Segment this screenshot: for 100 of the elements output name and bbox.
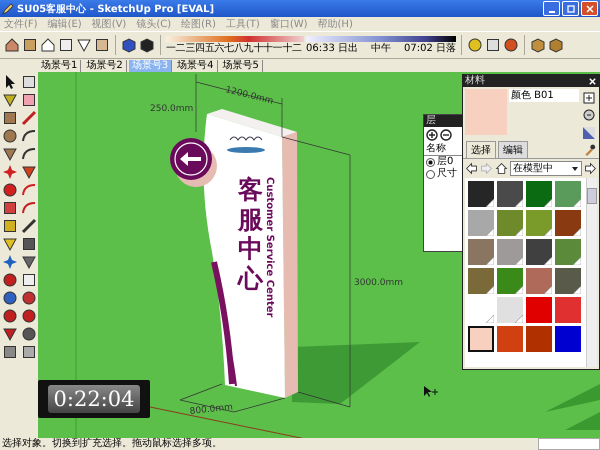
- menu-item[interactable]: 帮助(H): [318, 17, 353, 31]
- sign-title: 客服中心: [238, 175, 263, 293]
- noon-label: 中午: [371, 43, 391, 54]
- circle-icon[interactable]: [2, 128, 18, 144]
- house-outline-icon[interactable]: [40, 37, 56, 53]
- sphere-icon[interactable]: [503, 37, 519, 53]
- arrow-icon[interactable]: [584, 162, 597, 175]
- maximize-icon: [566, 4, 576, 14]
- material-swatch[interactable]: [555, 210, 581, 236]
- in-use-marker: [515, 228, 523, 236]
- close-button[interactable]: [581, 1, 598, 16]
- material-swatch[interactable]: [497, 326, 523, 352]
- in-use-marker: [486, 315, 494, 323]
- menu-item[interactable]: 编辑(E): [48, 17, 82, 31]
- menu-item[interactable]: 工具(T): [226, 17, 260, 31]
- close-icon: [584, 4, 594, 14]
- remove-icon[interactable]: [440, 129, 452, 141]
- month-labels: 一二三四五六七八九十十一十二: [166, 43, 303, 54]
- in-use-marker: [486, 228, 494, 236]
- material-swatch[interactable]: [497, 181, 523, 207]
- window-title: SU05客服中心 - SketchUp Pro [EVAL]: [17, 2, 216, 16]
- panel-tab[interactable]: 选择: [466, 141, 496, 158]
- layer-name: 尺寸: [437, 168, 457, 180]
- in-use-marker: [544, 286, 552, 294]
- plant-drawing: [545, 384, 600, 430]
- material-swatch[interactable]: [497, 239, 523, 265]
- material-swatch[interactable]: [555, 268, 581, 294]
- in-use-marker: [573, 286, 581, 294]
- house-icon[interactable]: [4, 37, 20, 53]
- material-swatch[interactable]: [526, 181, 552, 207]
- dimension-label: 800.0mm: [189, 402, 234, 417]
- material-swatch[interactable]: [526, 297, 552, 323]
- menu-item[interactable]: 窗口(W): [270, 17, 308, 31]
- material-preview: [465, 89, 507, 135]
- dark-box-icon[interactable]: [139, 37, 155, 53]
- measurement-field[interactable]: [538, 438, 600, 450]
- logo-drawing: [227, 136, 265, 153]
- minimize-button[interactable]: [543, 1, 560, 16]
- in-use-marker: [573, 228, 581, 236]
- caret-icon: [571, 164, 579, 172]
- in-use-marker: [573, 257, 581, 265]
- sunset-label: 07:02 日落: [404, 43, 456, 54]
- material-swatch[interactable]: [526, 210, 552, 236]
- sunrise-label: 06:33 日出: [306, 43, 358, 54]
- radio-button[interactable]: [426, 158, 435, 166]
- in-use-marker: [515, 286, 523, 294]
- in-use-marker: [486, 257, 494, 265]
- in-use-marker: [515, 315, 523, 323]
- panel-tab[interactable]: 编辑: [498, 141, 528, 158]
- shaded-box-icon[interactable]: [121, 37, 137, 53]
- scrollbar[interactable]: [586, 178, 597, 367]
- material-swatch[interactable]: [555, 181, 581, 207]
- in-use-marker: [486, 286, 494, 294]
- material-swatch[interactable]: [526, 239, 552, 265]
- scene-tab[interactable]: 场景号3: [128, 60, 172, 72]
- menu-item[interactable]: 视图(V): [92, 17, 126, 31]
- in-use-marker: [515, 199, 523, 207]
- panel-title: 层: [424, 115, 462, 127]
- triangle-icon[interactable]: [581, 125, 597, 141]
- add-icon[interactable]: [426, 129, 438, 141]
- material-swatch[interactable]: [497, 268, 523, 294]
- dimension-label: 250.0mm: [150, 104, 194, 114]
- in-use-marker: [515, 257, 523, 265]
- layer-name: 层0: [437, 156, 454, 168]
- in-use-marker: [573, 199, 581, 207]
- home-icon[interactable]: [495, 162, 508, 175]
- close-icon[interactable]: [588, 76, 597, 86]
- material-swatch[interactable]: [526, 268, 552, 294]
- in-use-marker: [544, 257, 552, 265]
- triangle-icon[interactable]: [2, 146, 18, 162]
- eyedropper-icon[interactable]: [583, 143, 596, 156]
- cursor-icon: [424, 386, 438, 397]
- material-swatch[interactable]: [468, 239, 494, 265]
- material-swatch[interactable]: [497, 297, 523, 323]
- material-swatch[interactable]: [468, 181, 494, 207]
- material-swatch[interactable]: [526, 326, 552, 352]
- material-swatch[interactable]: [555, 297, 581, 323]
- dimension-label: 3000.0mm: [354, 278, 404, 288]
- menu-item[interactable]: 文件(F): [4, 17, 38, 31]
- arc-icon[interactable]: [21, 128, 37, 144]
- in-use-marker: [486, 199, 494, 207]
- collection-dropdown[interactable]: 在模型中: [510, 161, 582, 176]
- in-use-marker: [544, 199, 552, 207]
- material-name-field[interactable]: 颜色 B01: [509, 89, 579, 102]
- maximize-button[interactable]: [562, 1, 579, 16]
- back-arrow-icon[interactable]: [465, 162, 478, 175]
- in-use-marker: [544, 228, 552, 236]
- panel-title: 材料: [465, 75, 485, 87]
- status-text: 选择对象。切换到扩充选择。拖动鼠标选择多项。: [2, 438, 222, 450]
- menu-item[interactable]: 绘图(R): [181, 17, 216, 31]
- material-swatch[interactable]: [497, 210, 523, 236]
- radio-button[interactable]: [426, 170, 435, 178]
- material-swatch[interactable]: [555, 326, 581, 352]
- menu-item[interactable]: 镜头(C): [136, 17, 172, 31]
- material-swatch[interactable]: [468, 210, 494, 236]
- material-swatch[interactable]: [468, 326, 494, 352]
- rectangle-icon[interactable]: [2, 110, 18, 126]
- minimize-icon: [548, 10, 554, 12]
- material-swatch[interactable]: [468, 268, 494, 294]
- material-swatch[interactable]: [555, 239, 581, 265]
